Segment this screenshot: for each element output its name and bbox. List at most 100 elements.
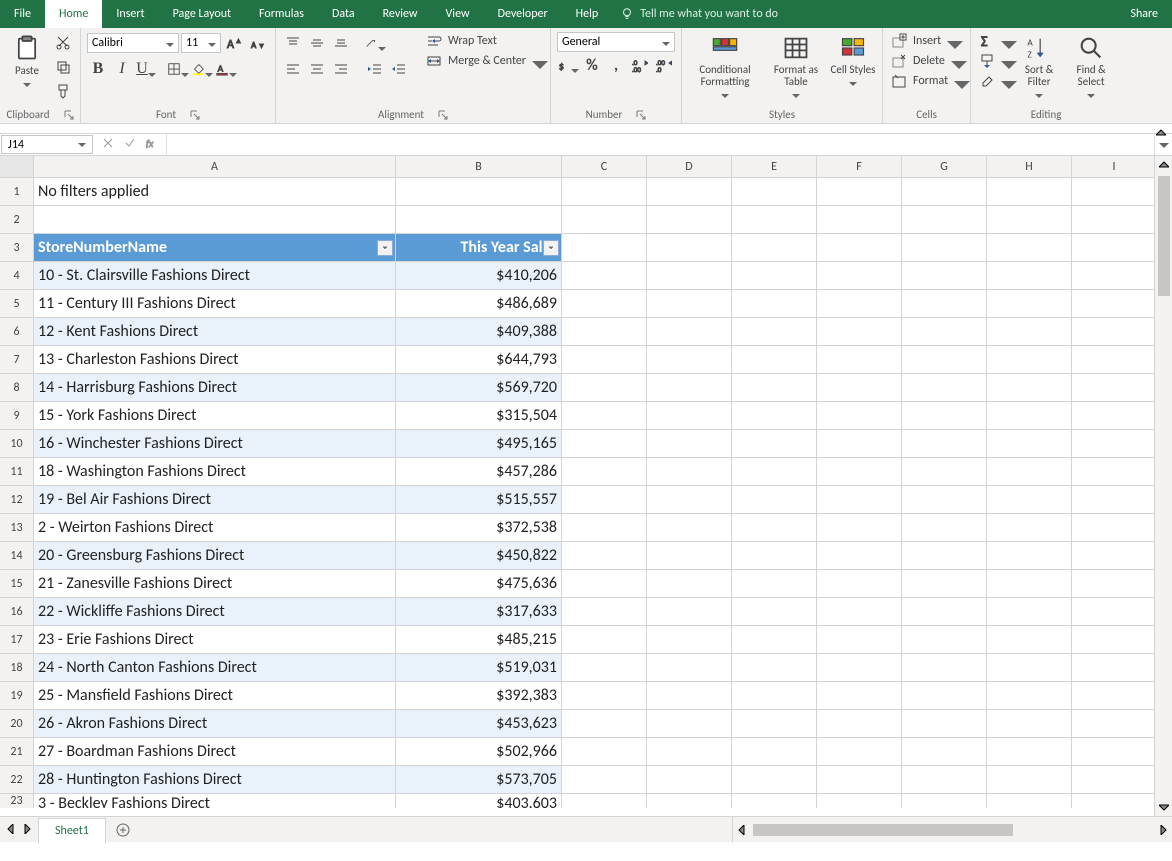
accounting-format-button[interactable]: $ — [557, 54, 579, 76]
cell[interactable]: 3 - Beckley Fashions Direct — [34, 794, 396, 808]
borders-button[interactable] — [167, 58, 189, 80]
row-header[interactable]: 20 — [0, 710, 34, 738]
cell[interactable] — [1072, 346, 1157, 374]
cell[interactable]: $515,557 — [396, 486, 562, 514]
cell[interactable]: 11 - Century III Fashions Direct — [34, 290, 396, 318]
cell[interactable] — [902, 570, 987, 598]
cell[interactable] — [732, 738, 817, 766]
cell[interactable] — [902, 430, 987, 458]
cell[interactable] — [732, 682, 817, 710]
cell[interactable] — [987, 766, 1072, 794]
cell[interactable] — [562, 346, 647, 374]
cell[interactable] — [817, 570, 902, 598]
cell[interactable] — [647, 598, 732, 626]
scrollbar-thumb[interactable] — [1158, 176, 1170, 296]
cell[interactable] — [817, 654, 902, 682]
tab-file[interactable]: File — [0, 0, 45, 28]
row-header[interactable]: 22 — [0, 766, 34, 794]
cell[interactable] — [562, 430, 647, 458]
cell[interactable] — [562, 626, 647, 654]
cell[interactable] — [732, 486, 817, 514]
cell[interactable] — [647, 682, 732, 710]
cell[interactable] — [817, 766, 902, 794]
font-name-combo[interactable]: Calibri — [87, 33, 179, 53]
cell[interactable] — [817, 374, 902, 402]
cell[interactable] — [732, 430, 817, 458]
cell[interactable] — [562, 262, 647, 290]
cell[interactable]: 28 - Huntington Fashions Direct — [34, 766, 396, 794]
cell[interactable] — [732, 346, 817, 374]
column-header[interactable]: A — [34, 156, 396, 178]
cell[interactable]: 26 - Akron Fashions Direct — [34, 710, 396, 738]
cell[interactable]: $457,286 — [396, 458, 562, 486]
cell[interactable] — [817, 402, 902, 430]
tab-review[interactable]: Review — [369, 0, 432, 28]
cell[interactable] — [987, 570, 1072, 598]
cell[interactable] — [817, 318, 902, 346]
cell[interactable] — [902, 178, 987, 206]
cell[interactable] — [987, 486, 1072, 514]
cell[interactable] — [987, 346, 1072, 374]
scrollbar-thumb[interactable] — [753, 824, 1013, 836]
cell[interactable] — [902, 458, 987, 486]
dialog-launcher-icon[interactable] — [438, 110, 448, 120]
row-header[interactable]: 16 — [0, 598, 34, 626]
cell[interactable] — [987, 262, 1072, 290]
row-header[interactable]: 6 — [0, 318, 34, 346]
cell[interactable] — [817, 710, 902, 738]
cell[interactable] — [562, 206, 647, 234]
row-header[interactable]: 15 — [0, 570, 34, 598]
cell[interactable]: $410,206 — [396, 262, 562, 290]
cell[interactable] — [562, 738, 647, 766]
row-header[interactable]: 7 — [0, 346, 34, 374]
new-sheet-button[interactable] — [106, 817, 140, 842]
cell[interactable] — [1072, 710, 1157, 738]
cell[interactable]: $485,215 — [396, 626, 562, 654]
cell[interactable] — [562, 682, 647, 710]
cell[interactable] — [1072, 514, 1157, 542]
cell[interactable]: $450,822 — [396, 542, 562, 570]
row-header[interactable]: 8 — [0, 374, 34, 402]
formula-input[interactable] — [167, 134, 1154, 155]
cell[interactable] — [987, 206, 1072, 234]
cell[interactable] — [902, 794, 987, 808]
find-select-button[interactable]: Find & Select — [1067, 32, 1115, 98]
cell[interactable] — [732, 178, 817, 206]
cell[interactable] — [732, 318, 817, 346]
cell[interactable] — [562, 654, 647, 682]
cell[interactable] — [817, 626, 902, 654]
cell[interactable] — [1072, 570, 1157, 598]
cell[interactable] — [817, 262, 902, 290]
cell[interactable] — [34, 206, 396, 234]
cell[interactable] — [396, 178, 562, 206]
cell[interactable] — [902, 486, 987, 514]
cell[interactable] — [902, 766, 987, 794]
cell[interactable] — [987, 402, 1072, 430]
cell[interactable] — [647, 318, 732, 346]
cell[interactable] — [647, 234, 732, 262]
align-middle-button[interactable] — [306, 32, 328, 54]
cell[interactable] — [562, 766, 647, 794]
cell[interactable] — [817, 738, 902, 766]
cell[interactable] — [562, 514, 647, 542]
tab-data[interactable]: Data — [318, 0, 369, 28]
table-header[interactable]: StoreNumberName — [34, 234, 396, 262]
name-box[interactable]: J14 — [1, 135, 93, 154]
cell[interactable] — [817, 542, 902, 570]
row-header[interactable]: 10 — [0, 430, 34, 458]
tab-formulas[interactable]: Formulas — [245, 0, 318, 28]
cell[interactable] — [987, 318, 1072, 346]
vertical-scrollbar[interactable] — [1154, 156, 1172, 816]
cell[interactable] — [1072, 206, 1157, 234]
cell[interactable]: No filters applied — [34, 178, 396, 206]
comma-button[interactable]: , — [605, 54, 627, 76]
cell[interactable]: $644,793 — [396, 346, 562, 374]
percent-button[interactable]: % — [581, 54, 603, 76]
cell[interactable] — [562, 290, 647, 318]
cell[interactable] — [647, 430, 732, 458]
cell[interactable] — [1072, 654, 1157, 682]
scroll-up-button[interactable] — [1155, 156, 1172, 174]
format-as-table-button[interactable]: Format as Table — [766, 32, 826, 98]
column-header[interactable]: B — [396, 156, 562, 178]
cell[interactable]: $409,388 — [396, 318, 562, 346]
